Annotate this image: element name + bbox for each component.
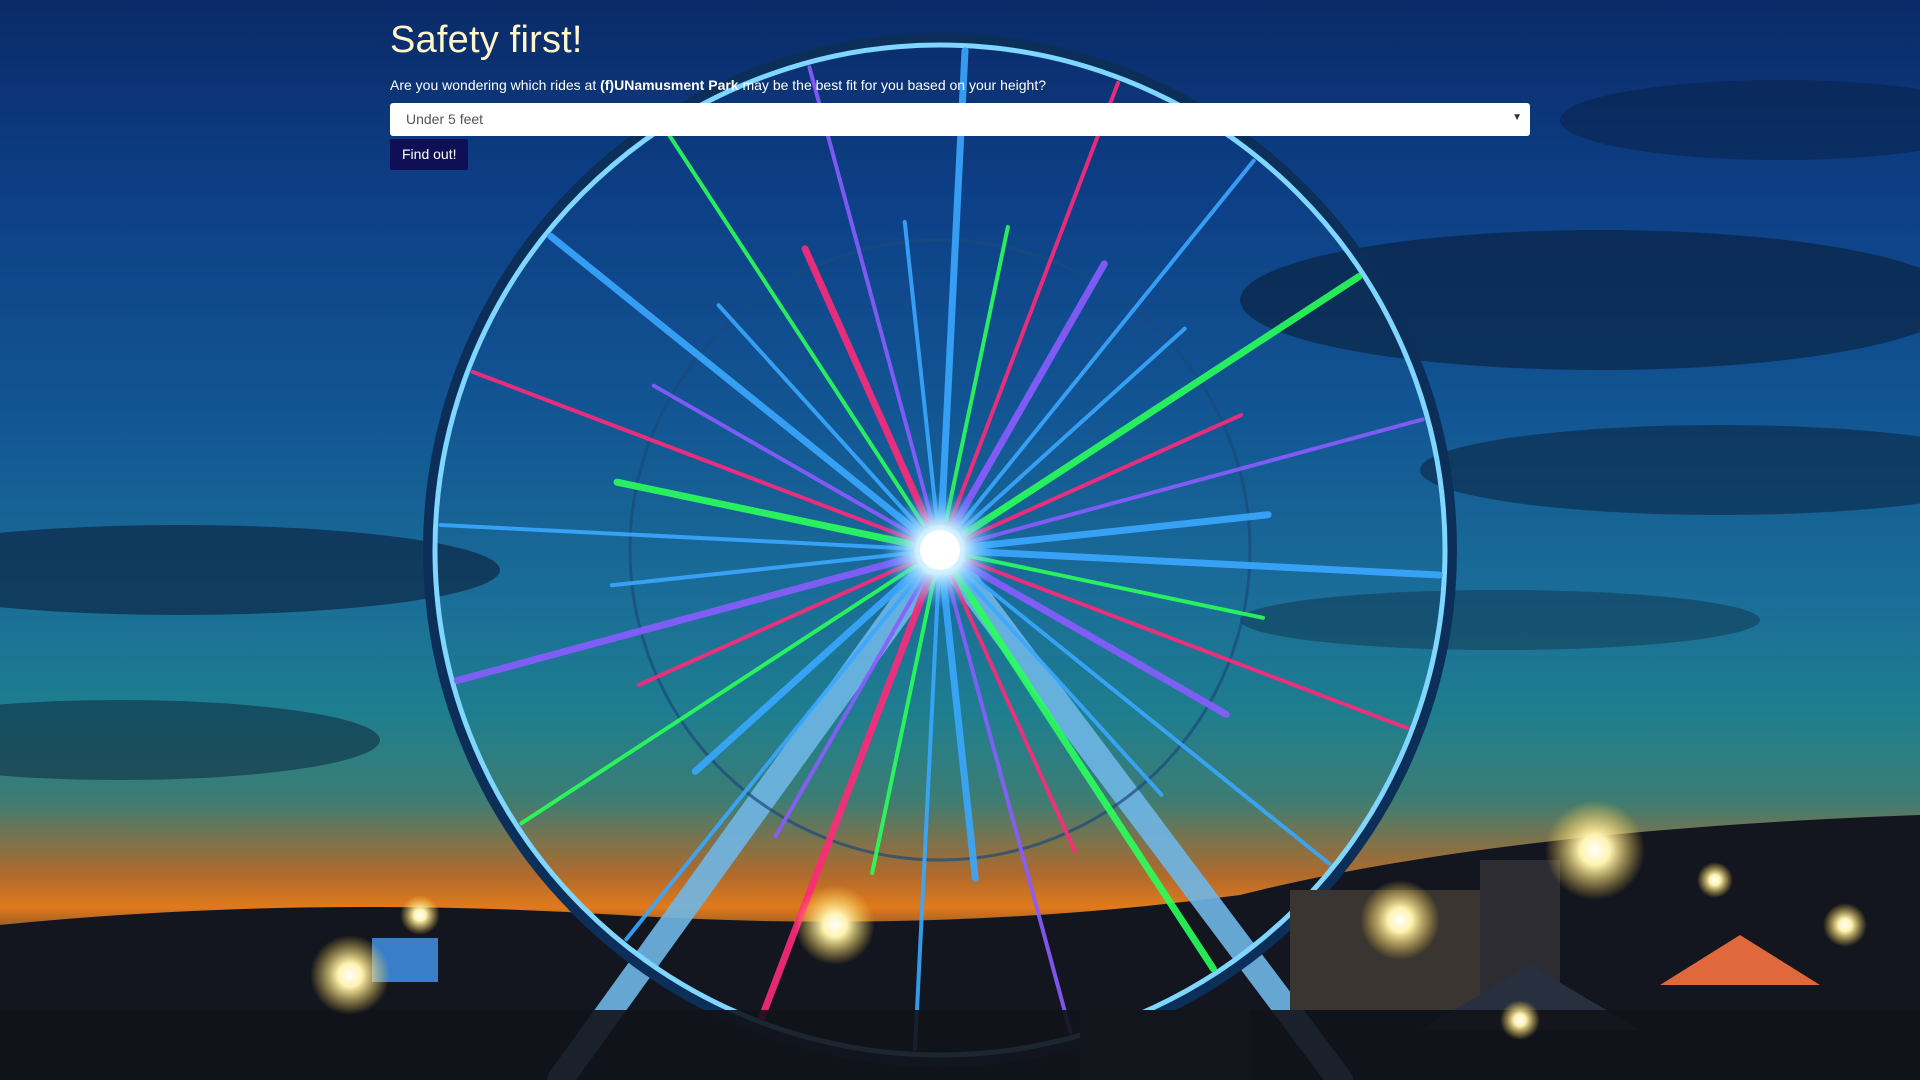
height-select[interactable]: Under 5 feet ▼ [390,103,1530,136]
park-name: (f)UNamusment Park [600,77,739,93]
chevron-down-icon: ▼ [1512,112,1522,123]
find-out-button[interactable]: Find out! [390,139,469,170]
street-light [1697,862,1733,898]
wheel-hub-center [920,530,960,570]
wheel-spoke [960,326,1187,532]
intro-text-end: may be the best fit for you based on you… [738,77,1047,93]
intro-text-start: Are you wondering which rides at [390,77,601,93]
wheel-spoke [716,303,922,530]
wheel-spoke [956,158,1256,529]
street-light [1545,800,1645,900]
wheel-spoke [958,570,1164,797]
wheel-spoke [470,369,914,542]
street-light [310,935,390,1015]
intro-text: Are you wondering which rides at (f)UNam… [390,76,1530,94]
street-light [1823,903,1867,947]
street-light [1500,1000,1540,1040]
street-light [795,885,875,965]
height-select-value: Under 5 feet [406,111,484,127]
content-container: Safety first! Are you wondering which ri… [390,0,1530,170]
street-light [1360,880,1440,960]
wheel-spoke [624,571,924,942]
page-title: Safety first! [390,19,583,61]
wheel-spoke [966,558,1410,731]
street-light [400,895,440,935]
